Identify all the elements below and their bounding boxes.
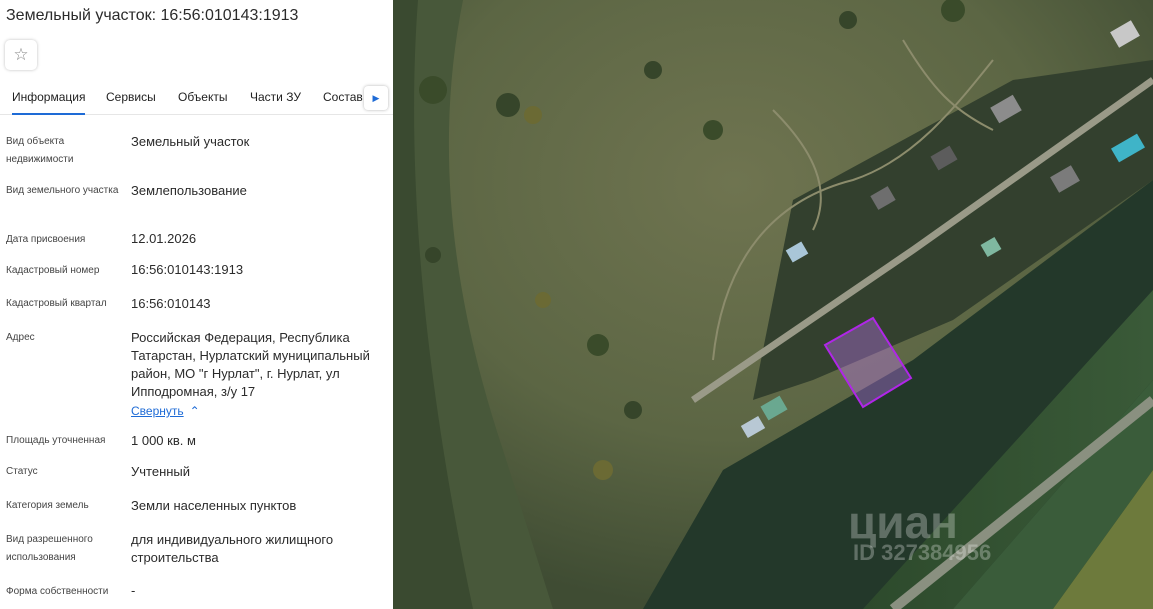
cadastral-block-value: 16:56:010143	[131, 296, 211, 311]
info-panel: Земельный участок: 16:56:010143:1913 ☆ И…	[0, 0, 393, 609]
favorite-button[interactable]: ☆	[5, 40, 37, 70]
object-type-label: Вид объекта недвижимости	[6, 136, 74, 165]
category-value: Земли населенных пунктов	[131, 498, 297, 513]
satellite-map[interactable]: циан ID 327384956	[393, 0, 1153, 609]
status-label: Статус	[6, 466, 38, 477]
star-outline-icon: ☆	[13, 45, 29, 64]
parcel-type-label: Вид земельного участка	[6, 185, 119, 196]
tab-info[interactable]: Информация	[12, 90, 86, 115]
permitted-use-value: для индивидуального жилищного строительс…	[131, 532, 334, 565]
status-value: Учтенный	[131, 464, 191, 479]
collapse-label: Свернуть	[131, 404, 184, 418]
parcel-outline[interactable]	[393, 0, 1153, 609]
tab-parts[interactable]: Части ЗУ	[250, 90, 301, 104]
cadastral-number-label: Кадастровый номер	[6, 265, 100, 276]
permitted-use-label: Вид разрешенного использования	[6, 534, 93, 563]
area-label: Площадь уточненная	[6, 435, 106, 446]
ownership-label: Форма собственности	[6, 586, 109, 597]
collapse-link[interactable]: Свернуть ⌃	[131, 404, 200, 418]
cadastral-block-label: Кадастровый квартал	[6, 298, 107, 309]
address-value: Российская Федерация, Республика Татарст…	[131, 330, 370, 399]
assign-date-label: Дата присвоения	[6, 234, 86, 245]
object-type-value: Земельный участок	[131, 134, 250, 149]
tab-services[interactable]: Сервисы	[106, 90, 156, 104]
parcel-type-value: Землепользование	[131, 183, 247, 198]
watermark-id: ID 327384956	[853, 540, 992, 565]
area-value: 1 000 кв. м	[131, 433, 196, 448]
ownership-value: -	[131, 583, 136, 598]
tab-objects[interactable]: Объекты	[178, 90, 228, 104]
assign-date-value: 12.01.2026	[131, 231, 197, 246]
tab-composition[interactable]: Состав	[323, 90, 363, 104]
tab-bar: Информация Сервисы Объекты Части ЗУ Сост…	[0, 84, 393, 115]
page-title: Земельный участок: 16:56:010143:1913	[6, 7, 299, 24]
tabs-scroll-right-button[interactable]: ▶	[364, 86, 388, 110]
cadastral-number-value: 16:56:010143:1913	[131, 262, 244, 277]
chevron-up-icon: ⌃	[189, 404, 200, 418]
triangle-right-icon: ▶	[372, 92, 380, 103]
category-label: Категория земель	[6, 500, 89, 511]
address-label: Адрес	[6, 332, 35, 343]
